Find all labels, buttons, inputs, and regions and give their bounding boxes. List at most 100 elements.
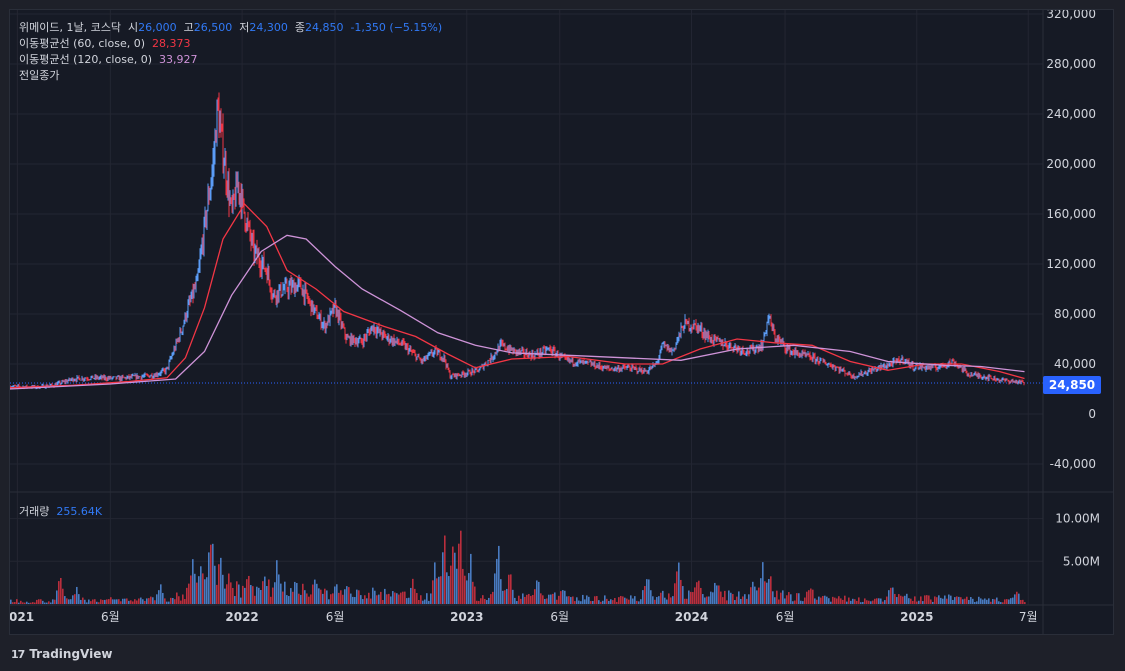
- volume-bar: [414, 588, 416, 604]
- volume-bar: [60, 577, 62, 604]
- volume-bar: [350, 593, 352, 604]
- volume-bar: [420, 595, 422, 604]
- volume-bar: [838, 596, 840, 604]
- prev-close-label: 전일종가: [19, 69, 60, 82]
- volume-bar: [196, 582, 198, 604]
- volume-bar: [956, 596, 958, 604]
- volume-bar: [260, 590, 262, 604]
- volume-bar: [1000, 602, 1002, 604]
- volume-bar: [50, 602, 52, 604]
- volume-bar: [340, 590, 342, 604]
- volume-bar: [298, 593, 300, 604]
- volume-bar: [544, 598, 546, 604]
- volume-bar: [324, 588, 326, 604]
- y-tick-label: -40,000: [1050, 457, 1096, 471]
- y-tick-label: 80,000: [1054, 307, 1096, 321]
- volume-bar: [394, 592, 396, 604]
- volume-bar: [970, 597, 972, 604]
- volume-bar: [68, 599, 70, 604]
- volume-bar: [990, 601, 992, 604]
- volume-bar: [944, 595, 946, 604]
- volume-bar: [64, 596, 66, 604]
- volume-bar: [672, 596, 674, 604]
- volume-bar: [472, 581, 474, 604]
- volume-bar: [500, 579, 502, 604]
- volume-bar: [58, 581, 60, 604]
- volume-bar: [818, 596, 820, 604]
- volume-bar: [290, 588, 292, 604]
- volume-bar: [976, 601, 978, 604]
- volume-bar: [682, 586, 684, 604]
- volume-bar: [552, 593, 554, 604]
- tradingview-logo[interactable]: 17 TradingView: [11, 645, 112, 663]
- prev-close-row[interactable]: 전일종가: [19, 68, 442, 84]
- volume-bar: [596, 596, 598, 604]
- volume-bar: [70, 599, 72, 604]
- volume-bar: [916, 601, 918, 604]
- volume-bar: [206, 577, 208, 604]
- symbol-info[interactable]: 위메이드, 1날, 코스닥: [19, 21, 121, 34]
- volume-bar: [126, 598, 128, 604]
- volume-bar: [998, 601, 1000, 604]
- volume-bar: [136, 600, 138, 604]
- x-tick-label: 2023: [450, 610, 483, 624]
- volume-bar: [270, 596, 272, 604]
- volume-bar: [490, 594, 492, 604]
- volume-bar: [952, 599, 954, 604]
- volume-bar: [162, 592, 164, 604]
- volume-bar: [836, 598, 838, 604]
- volume-bar: [744, 594, 746, 604]
- volume-bar: [348, 587, 350, 604]
- volume-bar: [706, 596, 708, 604]
- volume-bar: [518, 595, 520, 604]
- volume-bar: [278, 574, 280, 604]
- volume-bar: [402, 591, 404, 604]
- volume-bar: [728, 590, 730, 604]
- volume-bar: [316, 583, 318, 604]
- volume-bar: [814, 598, 816, 604]
- volume-bar: [466, 580, 468, 604]
- volume-bar: [564, 590, 566, 604]
- volume-bar: [870, 601, 872, 604]
- volume-bar: [432, 580, 434, 604]
- volume-bar: [708, 596, 710, 604]
- chart-canvas[interactable]: -40,000 0 40,000 80,000 120,000 160,000 200,00…: [10, 10, 1114, 635]
- volume-bar: [638, 601, 640, 604]
- volume-bar: [124, 598, 126, 604]
- y-tick-label: 320,000: [1046, 10, 1096, 21]
- volume-bar: [844, 595, 846, 604]
- volume-bar: [800, 600, 802, 604]
- y-tick-label: 200,000: [1046, 157, 1096, 171]
- x-tick-label: 6월: [550, 610, 569, 624]
- volume-bar: [978, 596, 980, 604]
- volume-bar: [640, 599, 642, 604]
- close-value: 24,850: [304, 21, 344, 34]
- volume-bar: [968, 599, 970, 604]
- volume-bar: [302, 583, 304, 604]
- volume-bar: [816, 599, 818, 604]
- volume-bar: [228, 573, 230, 604]
- brand-name: TradingView: [29, 647, 113, 661]
- volume-bar: [556, 599, 558, 604]
- volume-legend[interactable]: 거래량 255.64K: [19, 503, 102, 519]
- volume-bar: [540, 593, 542, 604]
- volume-bar: [456, 568, 458, 604]
- open-label: 시: [127, 21, 139, 34]
- volume-bar: [756, 590, 758, 604]
- volume-bar: [314, 579, 316, 604]
- volume-bar: [282, 591, 284, 604]
- volume-bar: [502, 590, 504, 604]
- volume-bar: [496, 558, 498, 604]
- volume-bar: [530, 595, 532, 604]
- volume-bar: [168, 601, 170, 604]
- volume-bar: [634, 596, 636, 604]
- chart-frame[interactable]: -40,000 0 40,000 80,000 120,000 160,000 200,00…: [9, 9, 1114, 635]
- volume-bar: [876, 598, 878, 604]
- volume-bar: [678, 562, 680, 604]
- volume-bar: [138, 598, 140, 604]
- volume-bar: [480, 598, 482, 604]
- ma60-row[interactable]: 이동평균선 (60, close, 0) 28,373: [19, 36, 442, 52]
- volume-bar: [646, 579, 648, 604]
- ma120-row[interactable]: 이동평균선 (120, close, 0) 33,927: [19, 52, 442, 68]
- volume-bar: [62, 588, 64, 604]
